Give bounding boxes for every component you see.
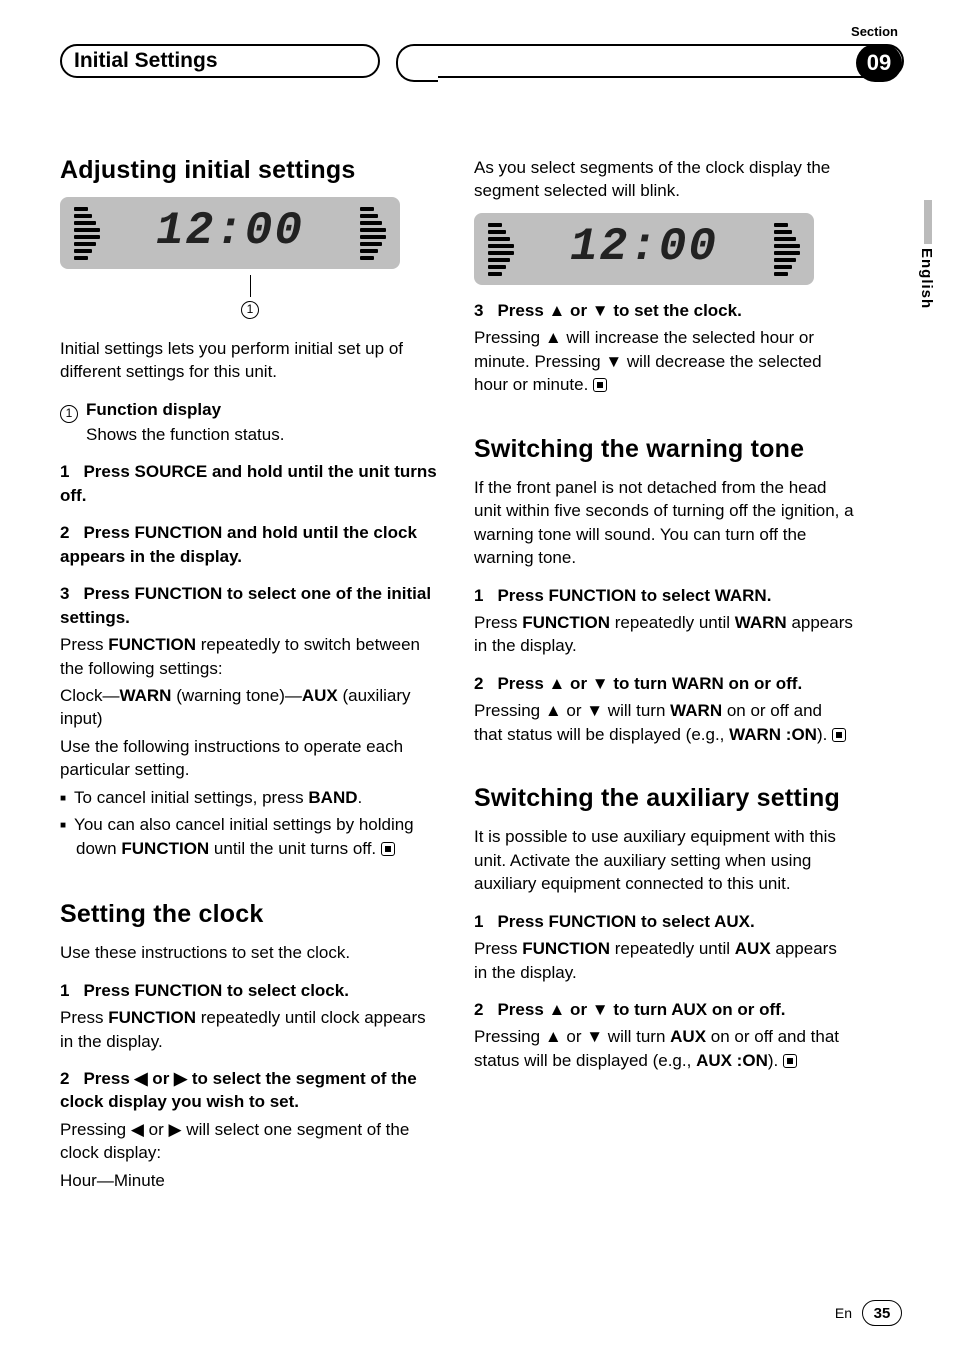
right-column: As you select segments of the clock disp… xyxy=(474,156,854,1192)
end-mark-icon xyxy=(832,728,846,742)
aux-step-1-body: Press FUNCTION repeatedly until AUX appe… xyxy=(474,937,854,984)
footer-page-number: 35 xyxy=(862,1300,902,1326)
warn-step-2: 2Press ▲ or ▼ to turn WARN on or off. xyxy=(474,672,854,695)
step-3-body-1: Press FUNCTION repeatedly to switch betw… xyxy=(60,633,440,680)
lcd-callout: 1 xyxy=(60,275,440,319)
section-number-badge: 09 xyxy=(856,44,902,82)
aux-intro: It is possible to use auxiliary equipmen… xyxy=(474,825,854,895)
lcd-digits-2: 12:00 xyxy=(474,221,814,273)
aux-step-1: 1Press FUNCTION to select AUX. xyxy=(474,910,854,933)
step-3: 3Press FUNCTION to select one of the ini… xyxy=(60,582,440,629)
end-mark-icon xyxy=(783,1054,797,1068)
end-mark-icon xyxy=(593,378,607,392)
heading-switching-warning-tone: Switching the warning tone xyxy=(474,435,854,464)
language-side-tab: English xyxy=(916,200,936,309)
section-label: Section xyxy=(851,24,898,39)
header-pill-right: 09 xyxy=(416,44,904,78)
aux-step-2: 2Press ▲ or ▼ to turn AUX on or off. xyxy=(474,998,854,1021)
footer-lang: En xyxy=(835,1305,852,1321)
warn-step-1: 1Press FUNCTION to select WARN. xyxy=(474,584,854,607)
warn-step-2-body: Pressing ▲ or ▼ will turn WARN on or off… xyxy=(474,699,854,746)
warn-step-1-body: Press FUNCTION repeatedly until WARN app… xyxy=(474,611,854,658)
aux-step-2-body: Pressing ▲ or ▼ will turn AUX on or off … xyxy=(474,1025,854,1072)
step-3-body-3: Use the following instructions to operat… xyxy=(60,735,440,782)
function-display-desc: Shows the function status. xyxy=(60,423,440,446)
step-1: 1Press SOURCE and hold until the unit tu… xyxy=(60,460,440,507)
intro-paragraph: Initial settings lets you perform initia… xyxy=(60,337,440,384)
clock-step-2: 2Press ◀ or ▶ to select the segment of t… xyxy=(60,1067,440,1114)
setting-clock-intro: Use these instructions to set the clock. xyxy=(60,941,440,964)
circled-1-icon: 1 xyxy=(60,405,78,423)
bullet-2: You can also cancel initial settings by … xyxy=(60,813,440,860)
right-top-paragraph: As you select segments of the clock disp… xyxy=(474,156,854,203)
lcd-digits-1: 12:00 xyxy=(60,205,400,257)
lcd2-bars-right-icon xyxy=(774,223,800,275)
function-display-label: Function display xyxy=(86,400,221,419)
page-footer: En 35 xyxy=(835,1300,902,1326)
side-tab-marker xyxy=(924,200,932,244)
bullet-1: To cancel initial settings, press BAND. xyxy=(60,786,440,809)
lcd-display-2: 12:00 xyxy=(474,213,814,285)
warn-intro: If the front panel is not detached from … xyxy=(474,476,854,570)
right-step-3: 3Press ▲ or ▼ to set the clock. xyxy=(474,299,854,322)
heading-switching-aux: Switching the auxiliary setting xyxy=(474,784,854,813)
clock-step-1: 1Press FUNCTION to select clock. xyxy=(60,979,440,1002)
title-pill: Initial Settings xyxy=(60,44,380,78)
end-mark-icon xyxy=(381,842,395,856)
function-display-label-row: 1 Function display xyxy=(60,398,440,423)
callout-marker-1: 1 xyxy=(241,301,259,319)
clock-step-1-body: Press FUNCTION repeatedly until clock ap… xyxy=(60,1006,440,1053)
heading-adjusting-initial-settings: Adjusting initial settings xyxy=(60,156,440,185)
step-2: 2Press FUNCTION and hold until the clock… xyxy=(60,521,440,568)
lcd-display-1: 12:00 xyxy=(60,197,400,269)
lcd-bars-right-icon xyxy=(360,207,386,259)
right-step-3-body: Pressing ▲ will increase the selected ho… xyxy=(474,326,854,396)
heading-setting-the-clock: Setting the clock xyxy=(60,900,440,929)
page-title: Initial Settings xyxy=(74,49,218,73)
clock-step-2-body2: Hour—Minute xyxy=(60,1169,440,1192)
left-column: Adjusting initial settings 12:00 1 Initi… xyxy=(60,156,440,1192)
page-header: Section Initial Settings 09 xyxy=(60,40,904,100)
side-tab-language: English xyxy=(918,248,935,309)
clock-step-2-body: Pressing ◀ or ▶ will select one segment … xyxy=(60,1118,440,1165)
step-3-body-2: Clock—WARN (warning tone)—AUX (auxiliary… xyxy=(60,684,440,731)
